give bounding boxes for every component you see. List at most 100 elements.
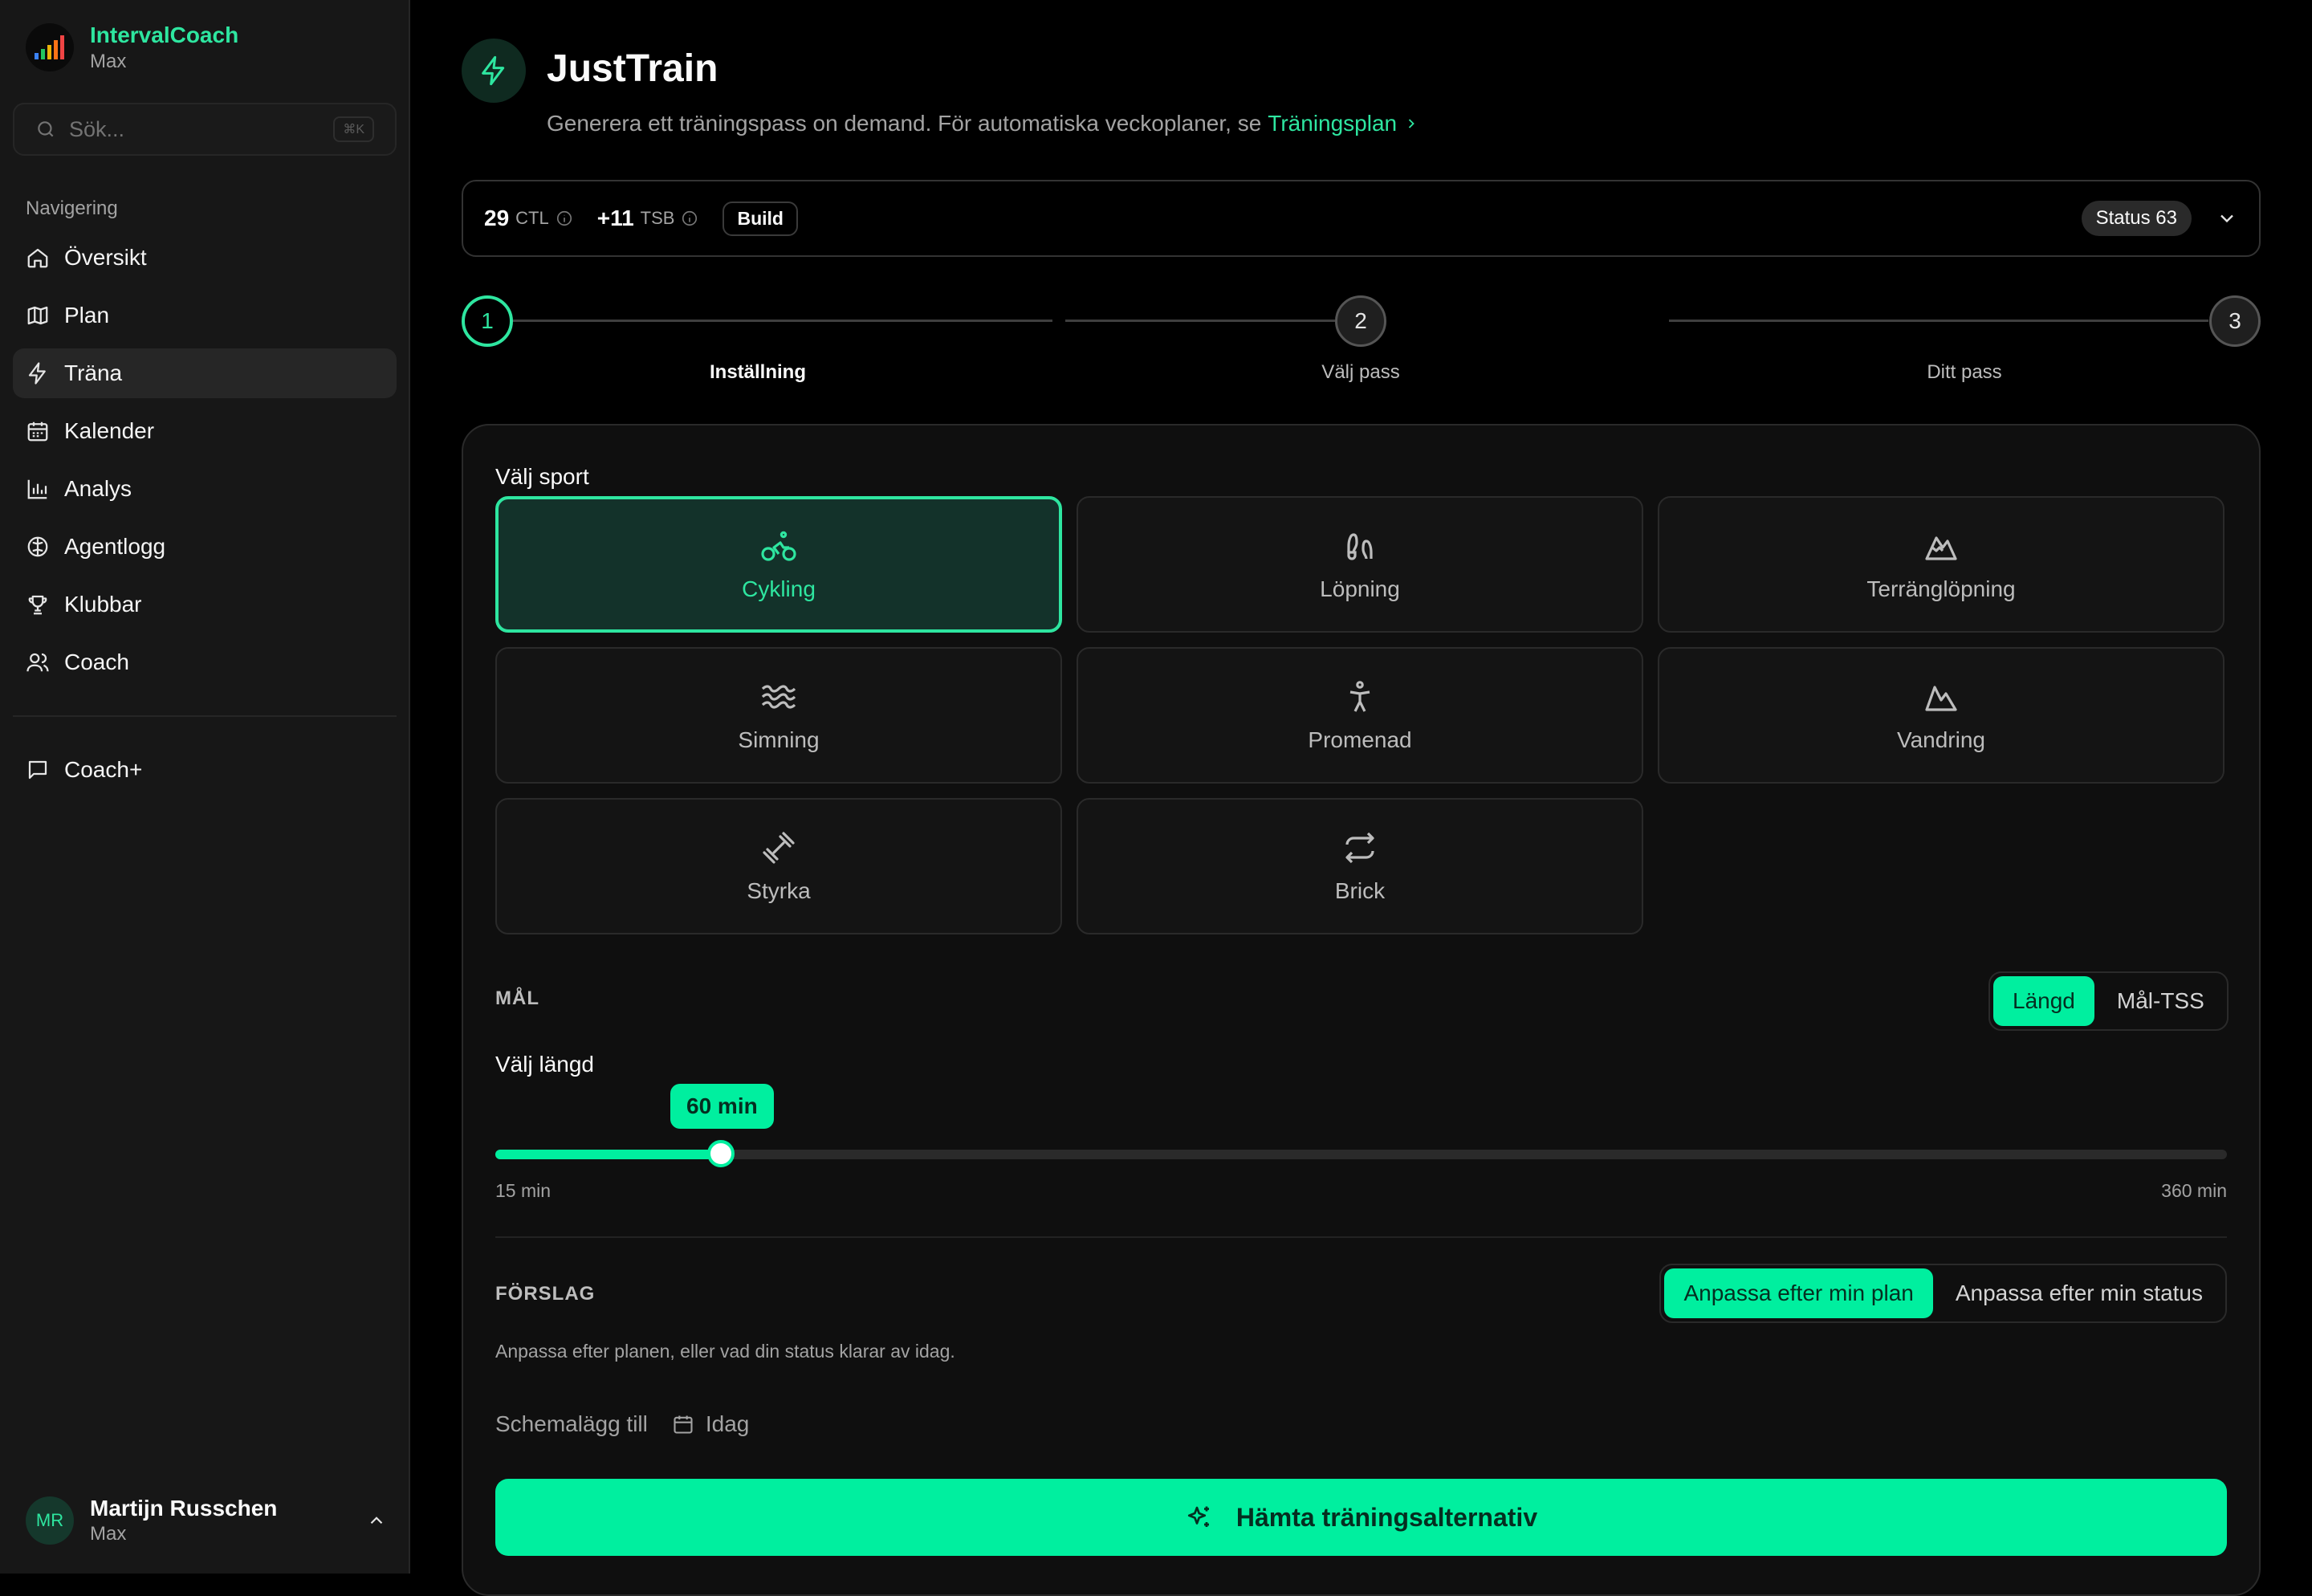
sidebar-item-label: Träna [64,360,123,385]
app-name: IntervalCoach [90,22,239,47]
sport-option-cykling[interactable]: Cykling [495,496,1062,633]
user-menu[interactable]: MR Martijn Russchen Max [26,1495,387,1546]
length-label: Välj längd [495,1052,594,1077]
sport-option-promenad[interactable]: Promenad [1077,647,1643,784]
slider-value-bubble: 60 min [670,1084,774,1129]
sport-option-terranglopning[interactable]: Terränglöpning [1658,496,2224,633]
sidebar-item-trana[interactable]: Träna [13,348,397,398]
avatar: MR [26,1496,74,1545]
page-subtitle: Generera ett träningspass on demand. För… [547,111,1419,136]
waves-icon [759,678,798,716]
footprints-icon [1341,527,1379,565]
suggestion-toggle-status[interactable]: Anpassa efter min status [1936,1268,2222,1318]
home-icon [26,246,50,270]
user-name: Martijn Russchen [90,1496,278,1521]
suggestion-heading: FÖRSLAG [495,1283,596,1305]
repeat-icon [1341,829,1379,867]
sidebar-item-label: Plan [64,303,110,328]
sport-option-label: Terränglöpning [1866,576,2016,601]
bolt-icon [462,39,526,103]
app-plan: Max [90,51,127,72]
sport-option-brick[interactable]: Brick [1077,798,1643,934]
ctl-metric: 29 CTL [484,206,573,231]
sport-option-simning[interactable]: Simning [495,647,1062,784]
tsb-value: +11 [596,206,634,230]
step-2-label: Välj pass [1321,361,1400,383]
tsb-label: TSB [640,208,675,228]
search-icon [35,119,56,140]
sport-option-label: Simning [738,727,820,752]
sidebar-item-coach-plus[interactable]: Coach+ [13,745,397,795]
search-input[interactable]: Sök... ⌘K [13,103,397,156]
app-logo-icon [26,23,74,71]
sidebar-item-coach[interactable]: Coach [13,637,397,687]
goal-toggle: Längd Mål-TSS [1988,971,2229,1031]
goal-toggle-tss[interactable]: Mål-TSS [2098,976,2224,1026]
step-3[interactable]: 3 [2209,295,2261,347]
suggestion-toggle-plan[interactable]: Anpassa efter min plan [1664,1268,1933,1318]
calendar-icon [672,1413,694,1435]
sidebar-item-oversikt[interactable]: Översikt [13,233,397,283]
suggestion-toggle: Anpassa efter min plan Anpassa efter min… [1659,1264,2227,1323]
sidebar-item-plan[interactable]: Plan [13,291,397,340]
users-icon [26,650,50,674]
sidebar-item-label: Coach [64,649,129,674]
person-walking-icon [1341,678,1379,716]
tsb-metric: +11 TSB [597,206,699,231]
stepper-line [1669,320,2208,322]
page-title: JustTrain [547,47,718,90]
sparkles-icon [1185,1503,1214,1532]
sidebar-item-kalender[interactable]: Kalender [13,406,397,456]
goal-toggle-length[interactable]: Längd [1993,976,2094,1026]
sidebar-item-analys[interactable]: Analys [13,464,397,514]
subtitle-text: Generera ett träningspass on demand. För… [547,111,1262,136]
schedule-label: Schemalägg till [495,1411,648,1436]
sport-option-label: Promenad [1308,727,1412,752]
search-shortcut: ⌘K [333,116,374,142]
status-bar[interactable]: 29 CTL +11 TSB Build Status 63 [462,180,2261,257]
goal-heading: MÅL [495,987,539,1009]
sidebar-item-agentlogg[interactable]: Agentlogg [13,522,397,572]
training-plan-link[interactable]: Träningsplan [1268,111,1397,136]
map-icon [26,303,50,328]
stepper-line [513,320,1052,322]
chat-icon [26,758,50,782]
sport-option-vandring[interactable]: Vandring [1658,647,2224,784]
sidebar-item-label: Kalender [64,418,155,443]
fetch-options-button[interactable]: Hämta träningsalternativ [495,1479,2227,1556]
sport-option-styrka[interactable]: Styrka [495,798,1062,934]
sidebar-item-label: Klubbar [64,592,142,617]
sidebar-nav: Översikt Plan Träna Kalender Analys Agen… [13,233,397,695]
status-badge: Status 63 [2081,201,2192,236]
suggestion-hint: Anpassa efter planen, eller vad din stat… [495,1341,955,1362]
sport-option-lopning[interactable]: Löpning [1077,496,1643,633]
sidebar-item-label: Agentlogg [64,534,166,559]
brain-icon [26,535,50,559]
fetch-options-label: Hämta träningsalternativ [1235,1502,1538,1532]
step-2[interactable]: 2 [1335,295,1386,347]
schedule-day: Idag [705,1411,750,1436]
info-icon[interactable] [681,210,698,227]
user-plan: Max [90,1523,127,1545]
sport-option-label: Löpning [1320,576,1400,601]
chevron-up-icon[interactable] [366,1510,387,1531]
sport-option-label: Cykling [742,576,816,601]
sidebar-item-label: Coach+ [64,757,143,782]
sidebar-item-klubbar[interactable]: Klubbar [13,580,397,629]
chevron-down-icon[interactable] [2216,207,2238,230]
setup-card: Välj sport Cykling Löpning Terränglöpnin… [462,424,2261,1596]
info-icon[interactable] [556,210,573,227]
sport-option-label: Vandring [1896,727,1985,752]
brand[interactable]: IntervalCoach Max [26,21,238,74]
bolt-icon [26,361,50,385]
sidebar: IntervalCoach Max Sök... ⌘K Navigering Ö… [0,0,410,1574]
duration-slider[interactable] [495,1140,2227,1167]
step-1[interactable]: 1 [462,295,513,347]
section-divider [495,1236,2227,1238]
slider-thumb[interactable] [707,1140,735,1167]
mountain-icon [1922,678,1960,716]
step-3-label: Ditt pass [1927,361,2002,383]
sidebar-secondary-nav: Coach+ [13,745,397,803]
sport-section-label: Välj sport [495,464,589,489]
schedule-date-picker[interactable]: Idag [672,1411,750,1437]
